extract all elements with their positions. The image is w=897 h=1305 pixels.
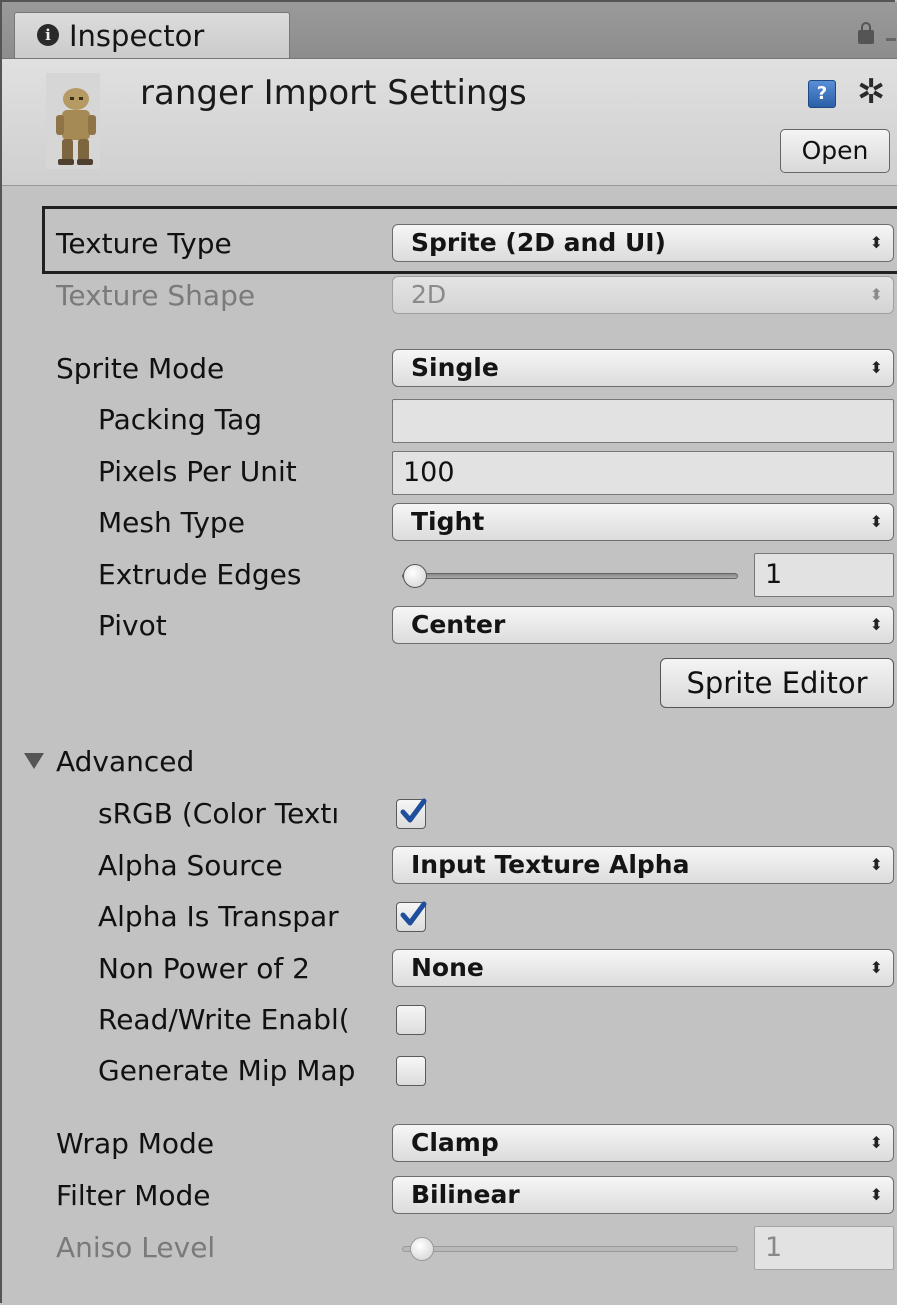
packing-tag-field[interactable] bbox=[392, 399, 894, 443]
mesh-type-value: Tight bbox=[411, 507, 485, 536]
alpha-source-label: Alpha Source bbox=[98, 849, 283, 882]
checkmark-icon bbox=[400, 901, 427, 926]
asset-preview-thumbnail bbox=[46, 73, 100, 169]
dropdown-arrow-icon: ⬍ bbox=[869, 233, 883, 252]
wrap-mode-value: Clamp bbox=[411, 1128, 499, 1157]
pivot-label: Pivot bbox=[98, 609, 167, 642]
sprite-mode-label: Sprite Mode bbox=[56, 352, 225, 385]
pivot-value: Center bbox=[411, 610, 506, 639]
sprite-mode-dropdown[interactable]: Single ⬍ bbox=[392, 349, 894, 387]
texture-type-label: Texture Type bbox=[56, 227, 232, 260]
extrude-edges-label: Extrude Edges bbox=[98, 558, 302, 591]
open-button[interactable]: Open bbox=[780, 129, 890, 173]
texture-shape-dropdown: 2D ⬍ bbox=[392, 276, 894, 314]
wrap-mode-dropdown[interactable]: Clamp ⬍ bbox=[392, 1124, 894, 1162]
non-power-of-2-value: None bbox=[411, 953, 484, 982]
texture-shape-value: 2D bbox=[411, 280, 447, 309]
read-write-enabled-label: Read/Write Enabl( bbox=[98, 1003, 350, 1036]
generate-mip-maps-label: Generate Mip Map bbox=[98, 1054, 356, 1087]
read-write-enabled-checkbox[interactable] bbox=[396, 1005, 426, 1035]
texture-type-value: Sprite (2D and UI) bbox=[411, 228, 666, 257]
info-icon: i bbox=[37, 24, 59, 46]
pixels-per-unit-label: Pixels Per Unit bbox=[98, 455, 297, 488]
alpha-is-transparency-label: Alpha Is Transpar bbox=[98, 900, 339, 933]
sprite-mode-value: Single bbox=[411, 353, 499, 382]
lock-icon[interactable] bbox=[858, 22, 874, 44]
help-icon[interactable]: ? bbox=[808, 80, 836, 108]
inspector-header: ranger Import Settings ? ✲ Open bbox=[2, 59, 897, 186]
checkmark-icon bbox=[400, 798, 427, 823]
dropdown-arrow-icon: ⬍ bbox=[869, 1133, 883, 1152]
filter-mode-dropdown[interactable]: Bilinear ⬍ bbox=[392, 1176, 894, 1214]
pixels-per-unit-field[interactable]: 100 bbox=[392, 451, 894, 495]
dropdown-arrow-icon: ⬍ bbox=[869, 615, 883, 634]
dropdown-arrow-icon: ⬍ bbox=[869, 855, 883, 874]
dropdown-arrow-icon: ⬍ bbox=[869, 512, 883, 531]
pixels-per-unit-value: 100 bbox=[403, 457, 455, 488]
non-power-of-2-label: Non Power of 2 bbox=[98, 952, 310, 985]
alpha-source-dropdown[interactable]: Input Texture Alpha ⬍ bbox=[392, 846, 894, 884]
texture-shape-label: Texture Shape bbox=[56, 279, 256, 312]
tab-menu-icon[interactable] bbox=[886, 38, 896, 41]
gear-icon[interactable]: ✲ bbox=[857, 72, 886, 112]
aniso-level-slider-track bbox=[402, 1246, 738, 1252]
aniso-level-value: 1 bbox=[765, 1232, 783, 1263]
tab-label: Inspector bbox=[69, 19, 205, 53]
inspector-panel: i Inspector ranger Import Settings ? ✲ O… bbox=[0, 0, 897, 1303]
dropdown-arrow-icon: ⬍ bbox=[869, 1185, 883, 1204]
filter-mode-value: Bilinear bbox=[411, 1180, 520, 1209]
extrude-edges-value: 1 bbox=[765, 559, 783, 590]
aniso-level-field: 1 bbox=[754, 1226, 894, 1270]
filter-mode-label: Filter Mode bbox=[56, 1179, 211, 1212]
alpha-is-transparency-checkbox[interactable] bbox=[396, 901, 427, 932]
extrude-edges-slider-track[interactable] bbox=[402, 573, 738, 579]
dropdown-arrow-icon: ⬍ bbox=[869, 958, 883, 977]
generate-mip-maps-checkbox[interactable] bbox=[396, 1056, 426, 1086]
mesh-type-dropdown[interactable]: Tight ⬍ bbox=[392, 503, 894, 541]
aniso-level-label: Aniso Level bbox=[56, 1231, 216, 1264]
tab-inspector[interactable]: i Inspector bbox=[14, 12, 290, 58]
extrude-edges-slider-thumb[interactable] bbox=[403, 564, 427, 588]
dropdown-arrow-icon: ⬍ bbox=[869, 285, 883, 304]
non-power-of-2-dropdown[interactable]: None ⬍ bbox=[392, 949, 894, 987]
tab-bar: i Inspector bbox=[2, 2, 897, 59]
dropdown-arrow-icon: ⬍ bbox=[869, 358, 883, 377]
aniso-level-slider-thumb bbox=[410, 1237, 434, 1261]
wrap-mode-label: Wrap Mode bbox=[56, 1127, 215, 1160]
srgb-label: sRGB (Color Textı bbox=[98, 797, 340, 830]
pivot-dropdown[interactable]: Center ⬍ bbox=[392, 606, 894, 644]
mesh-type-label: Mesh Type bbox=[98, 506, 245, 539]
alpha-source-value: Input Texture Alpha bbox=[411, 850, 690, 879]
srgb-checkbox[interactable] bbox=[396, 798, 427, 829]
sprite-editor-button[interactable]: Sprite Editor bbox=[660, 658, 894, 708]
texture-type-dropdown[interactable]: Sprite (2D and UI) ⬍ bbox=[392, 224, 894, 262]
advanced-foldout-label[interactable]: Advanced bbox=[56, 742, 194, 782]
asset-title: ranger Import Settings bbox=[140, 73, 527, 113]
advanced-foldout-arrow-icon[interactable] bbox=[24, 753, 44, 769]
packing-tag-label: Packing Tag bbox=[98, 403, 262, 436]
extrude-edges-field[interactable]: 1 bbox=[754, 553, 894, 597]
